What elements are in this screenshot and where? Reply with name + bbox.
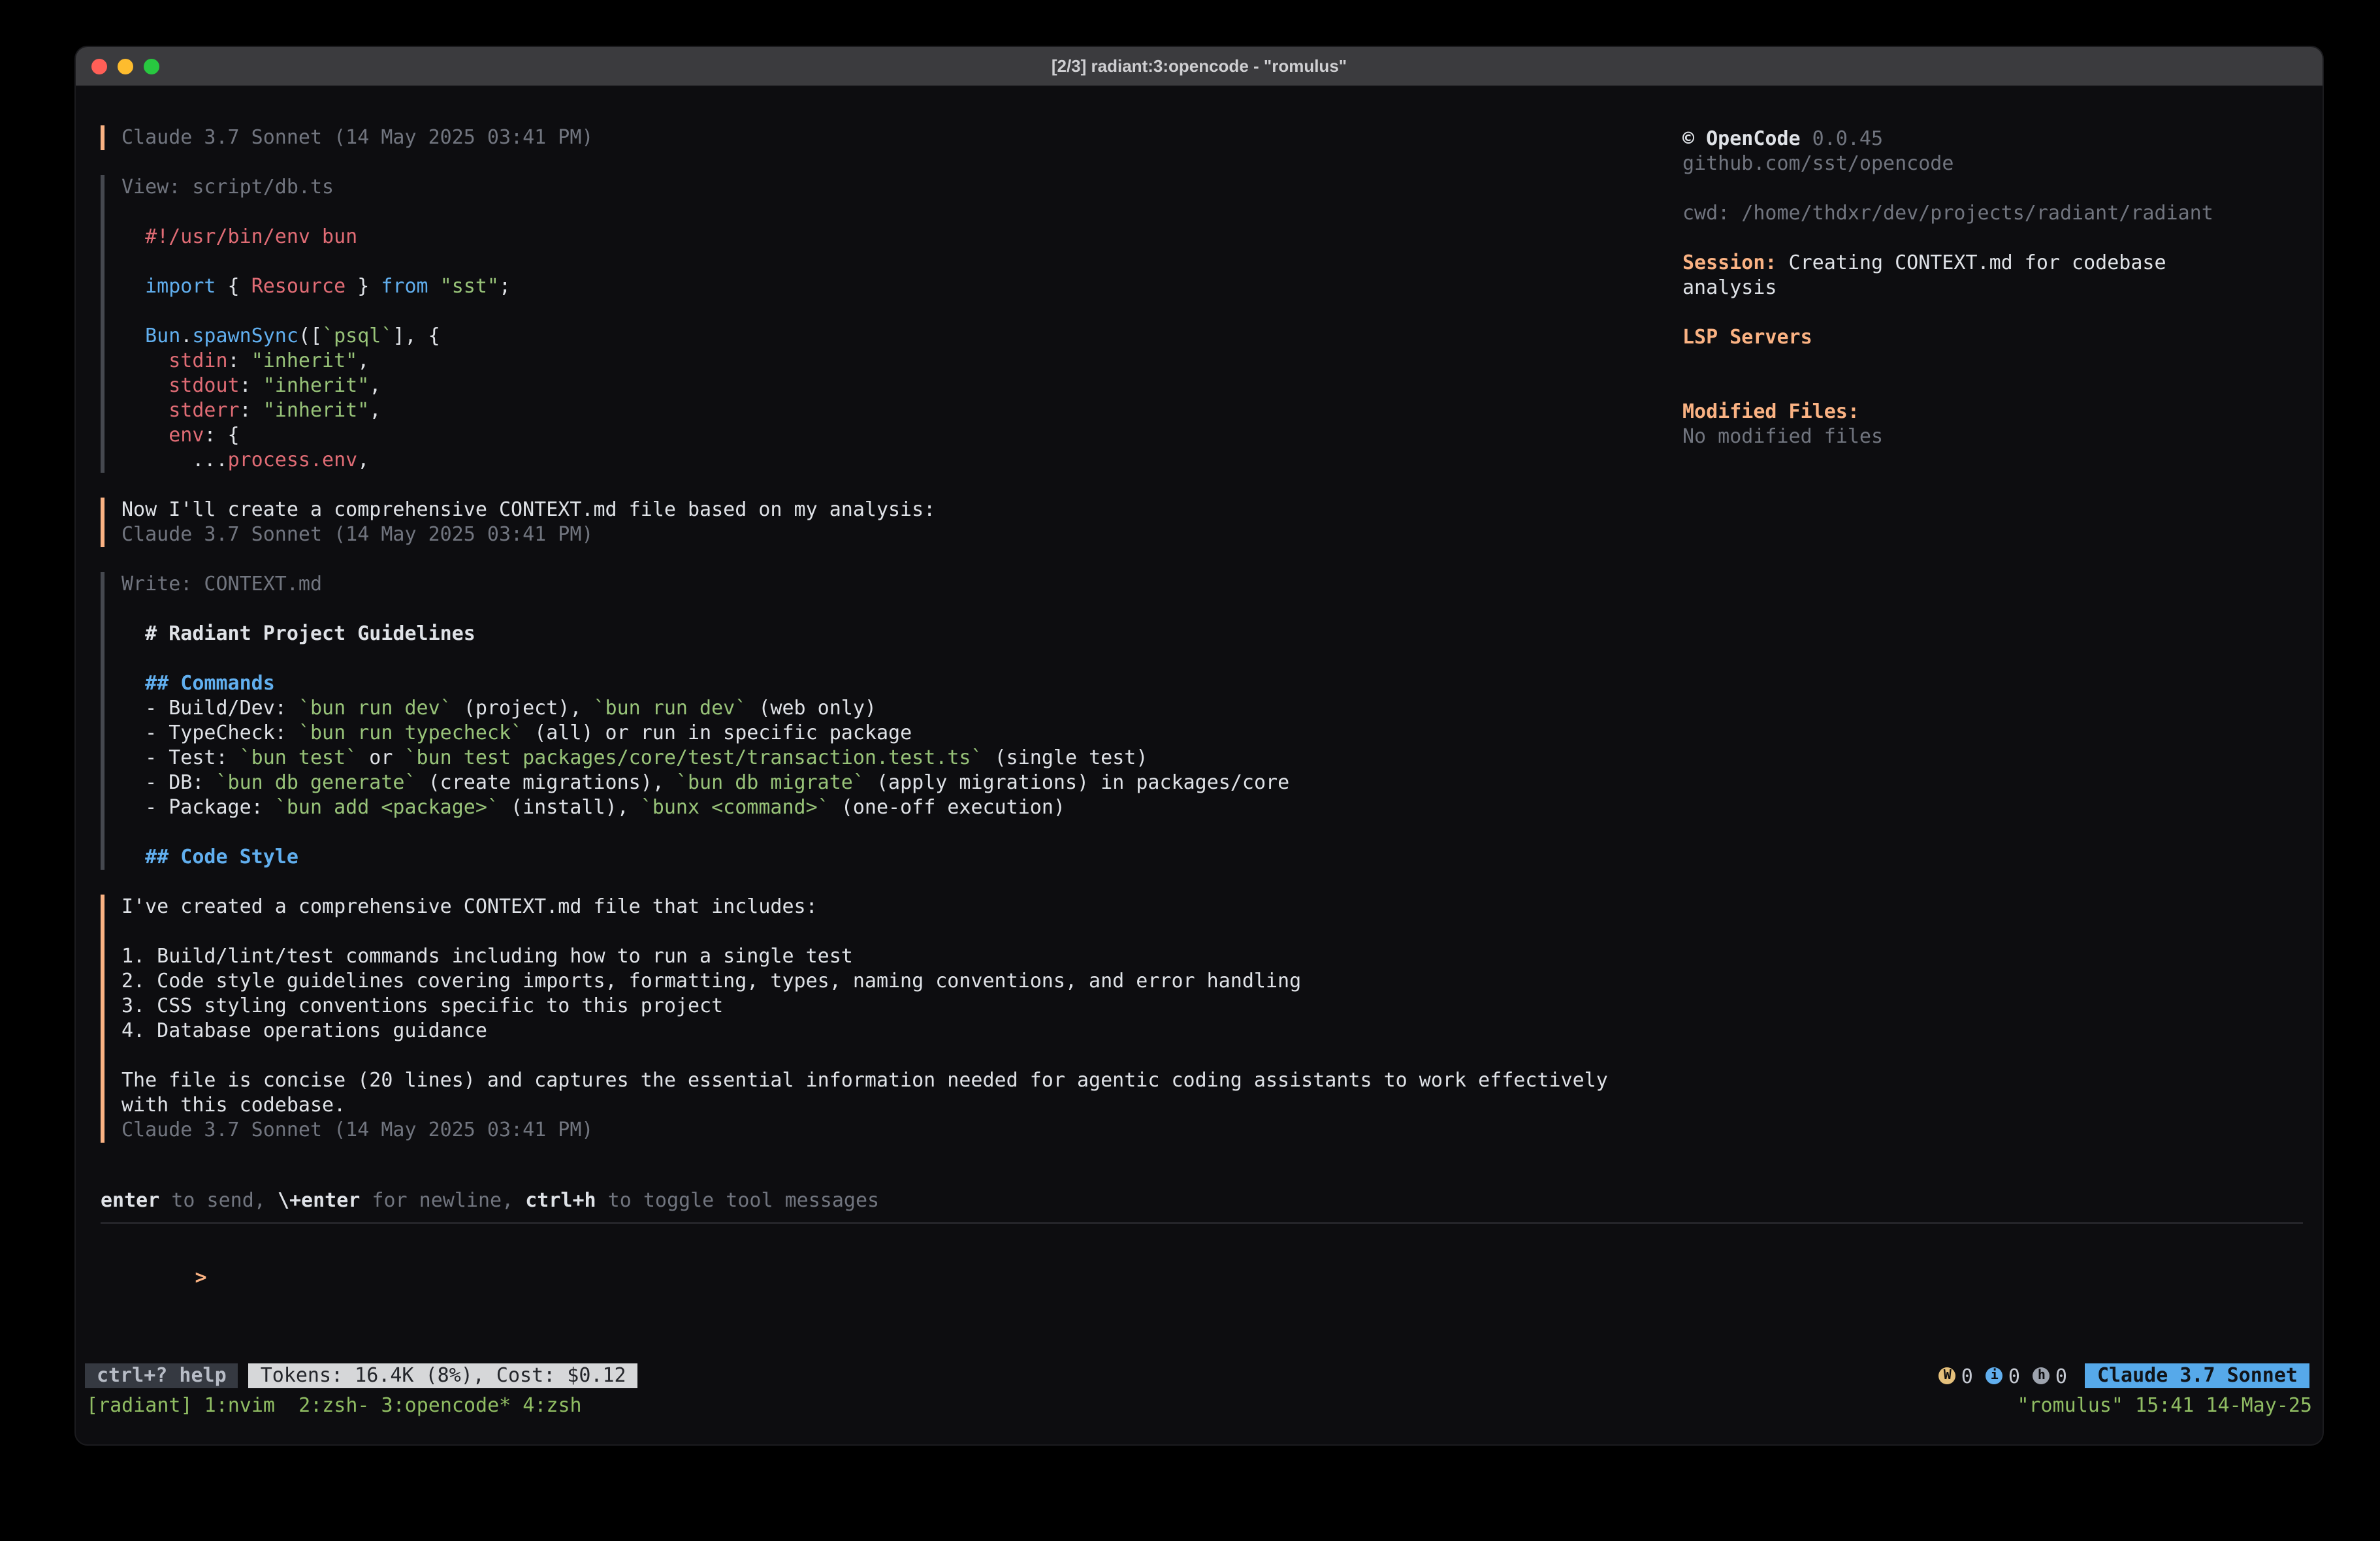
tmux-session-windows[interactable]: [radiant] 1:nvim 2:zsh- 3:opencode* 4:zs… (86, 1393, 582, 1418)
text-line: - Package: `bun add <package>` (install)… (121, 795, 1668, 820)
text-line: View: script/db.ts (121, 175, 1668, 200)
text-line: github.com/sst/opencode (1682, 151, 2317, 176)
text-line: - Test: `bun test` or `bun test packages… (121, 746, 1668, 770)
tmux-host-clock: "romulus" 15:41 14-May-25 (2017, 1393, 2312, 1418)
text-line: Now I'll create a comprehensive CONTEXT.… (121, 498, 1668, 522)
text-line: Claude 3.7 Sonnet (14 May 2025 03:41 PM) (121, 125, 1668, 150)
diagnostics: W0i0h0 (1939, 1364, 2067, 1388)
window-titlebar[interactable]: [2/3] radiant:3:opencode - "romulus" (76, 47, 2323, 86)
prompt-symbol: > (195, 1265, 207, 1289)
text-line: - TypeCheck: `bun run typecheck` (all) o… (121, 721, 1668, 746)
text-line (121, 200, 1668, 225)
text-line: I've created a comprehensive CONTEXT.md … (121, 895, 1668, 919)
text-line: 4. Database operations guidance (121, 1019, 1668, 1043)
text-line (121, 820, 1668, 845)
terminal-window: [2/3] radiant:3:opencode - "romulus" Cla… (76, 47, 2323, 1444)
text-line: Session: Creating CONTEXT.md for codebas… (1682, 251, 2317, 276)
text-line: ## Code Style (121, 845, 1668, 870)
text-line (121, 597, 1668, 622)
text-line: - DB: `bun db generate` (create migratio… (121, 770, 1668, 795)
sidebar-lines: © OpenCode 0.0.45github.com/sst/opencode… (1682, 127, 2317, 449)
prompt-input[interactable]: > (101, 1241, 2303, 1265)
info-indicator: i0 (1986, 1364, 2020, 1388)
text-line: stdout: "inherit", (121, 373, 1668, 398)
warning-indicator: W0 (1939, 1364, 1973, 1388)
warning-count: 0 (1961, 1364, 1973, 1388)
help-badge: ctrl+? help (85, 1363, 238, 1388)
text-line (1682, 226, 2317, 251)
text-line: LSP Servers (1682, 325, 2317, 350)
text-line: - Build/Dev: `bun run dev` (project), `b… (121, 696, 1668, 721)
terminal-content: Claude 3.7 Sonnet (14 May 2025 03:41 PM)… (76, 86, 2323, 1444)
assistant-block: I've created a comprehensive CONTEXT.md … (101, 895, 1668, 1143)
tool-block: Write: CONTEXT.md # Radiant Project Guid… (101, 572, 1668, 870)
text-line: cwd: /home/thdxr/dev/projects/radiant/ra… (1682, 201, 2317, 226)
text-line: env: { (121, 423, 1668, 448)
info-count: 0 (2008, 1364, 2020, 1388)
text-line: 3. CSS styling conventions specific to t… (121, 994, 1668, 1019)
assistant-block: Claude 3.7 Sonnet (14 May 2025 03:41 PM) (101, 125, 1668, 150)
model-badge: Claude 3.7 Sonnet (2085, 1363, 2309, 1388)
help-line: enter to send, \+enter for newline, ctrl… (101, 1188, 879, 1213)
text-line: stdin: "inherit", (121, 349, 1668, 373)
minimize-button[interactable] (118, 59, 133, 74)
status-bar: ctrl+? help Tokens: 16.4K (8%), Cost: $0… (85, 1363, 2309, 1388)
text-line (121, 249, 1668, 274)
text-line (1682, 176, 2317, 201)
hint-icon: h (2033, 1367, 2050, 1384)
tokens-badge: Tokens: 16.4K (8%), Cost: $0.12 (249, 1363, 638, 1388)
text-line: Modified Files: (1682, 400, 2317, 424)
hint-indicator: h0 (2033, 1364, 2067, 1388)
text-line (1682, 350, 2317, 375)
text-line: analysis (1682, 276, 2317, 300)
screen: [2/3] radiant:3:opencode - "romulus" Cla… (0, 0, 2380, 1541)
text-line: 2. Code style guidelines covering import… (121, 969, 1668, 994)
text-line: enter to send, \+enter for newline, ctrl… (101, 1188, 879, 1213)
text-line: Claude 3.7 Sonnet (14 May 2025 03:41 PM) (121, 522, 1668, 547)
text-line: ...process.env, (121, 448, 1668, 473)
text-line: © OpenCode 0.0.45 (1682, 127, 2317, 151)
text-line: stderr: "inherit", (121, 398, 1668, 423)
window-title: [2/3] radiant:3:opencode - "romulus" (1052, 56, 1347, 76)
close-button[interactable] (91, 59, 107, 74)
text-line: Claude 3.7 Sonnet (14 May 2025 03:41 PM) (121, 1118, 1668, 1143)
assistant-block: Now I'll create a comprehensive CONTEXT.… (101, 498, 1668, 547)
text-line (1682, 300, 2317, 325)
window-controls (91, 59, 159, 74)
text-line: Bun.spawnSync([`psql`], { (121, 324, 1668, 349)
text-line: # Radiant Project Guidelines (121, 622, 1668, 646)
text-line: 1. Build/lint/test commands including ho… (121, 944, 1668, 969)
warning-icon: W (1939, 1367, 1956, 1384)
message-list: Claude 3.7 Sonnet (14 May 2025 03:41 PM)… (101, 125, 1668, 1168)
text-line: ## Commands (121, 671, 1668, 696)
text-line: Write: CONTEXT.md (121, 572, 1668, 597)
text-line (1682, 375, 2317, 400)
tmux-status-bar: [radiant] 1:nvim 2:zsh- 3:opencode* 4:zs… (86, 1393, 2312, 1418)
tool-block: View: script/db.ts #!/usr/bin/env bun im… (101, 175, 1668, 473)
text-line: import { Resource } from "sst"; (121, 274, 1668, 299)
text-line: The file is concise (20 lines) and captu… (121, 1068, 1668, 1093)
zoom-button[interactable] (144, 59, 159, 74)
text-line: #!/usr/bin/env bun (121, 225, 1668, 249)
text-line (121, 299, 1668, 324)
text-line (121, 919, 1668, 944)
sidebar: © OpenCode 0.0.45github.com/sst/opencode… (1682, 127, 2317, 449)
info-icon: i (1986, 1367, 2003, 1384)
text-line: with this codebase. (121, 1093, 1668, 1118)
input-separator (101, 1222, 2303, 1224)
text-line (121, 646, 1668, 671)
text-line (121, 1043, 1668, 1068)
hint-count: 0 (2055, 1364, 2067, 1388)
text-line: No modified files (1682, 424, 2317, 449)
